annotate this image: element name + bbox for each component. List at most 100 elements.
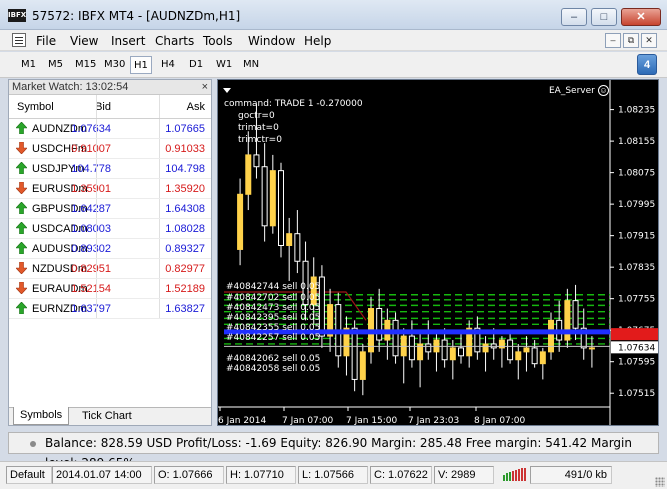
market-watch-row[interactable]: EURUSDm 1.35901 1.35920 [9, 179, 211, 199]
market-watch-row[interactable]: USDCHFm 0.91007 0.91033 [9, 139, 211, 159]
connection-status-icon [503, 468, 526, 481]
ea-smiley-icon: ☺ [598, 85, 609, 96]
candle-body [261, 166, 268, 227]
profile-name[interactable]: Default [6, 466, 52, 484]
maximize-button[interactable]: □ [591, 8, 617, 26]
bid-price: 104.778 [71, 163, 111, 175]
market-watch-row[interactable]: NZDUSDm 0.82951 0.82977 [9, 259, 211, 279]
candle-body [425, 343, 432, 353]
period-m30-button[interactable]: M30 [101, 56, 128, 74]
period-h1-button[interactable]: H1 [130, 56, 152, 74]
period-mn-button[interactable]: MN [240, 56, 262, 74]
bid-price: 1.64287 [71, 203, 111, 215]
market-watch-row[interactable]: AUDUSDm 0.89302 0.89327 [9, 239, 211, 259]
column-bid[interactable]: Bid [95, 101, 111, 113]
price-axis-label: 1.07515 [618, 389, 655, 399]
price-chart[interactable]: #40842744 sell 0.05 #40842702 sell 0.05 #4… [217, 79, 659, 426]
bid-price: 1.08003 [71, 223, 111, 235]
market-watch-row[interactable]: AUDNZDm 1.07634 1.07665 [9, 119, 211, 139]
market-watch-row[interactable]: USDJPYm 104.778 104.798 [9, 159, 211, 179]
market-watch-tabs: Symbols Tick Chart [9, 407, 211, 425]
chart-menu-triangle-icon[interactable] [223, 88, 231, 93]
ea-command-line: command: TRADE 1 -0.270000 [224, 99, 363, 109]
candle-body [286, 233, 293, 246]
menu-window[interactable]: Window [248, 34, 295, 48]
bid-price: 1.07634 [71, 123, 111, 135]
candle-body [458, 347, 464, 357]
menu-view[interactable]: View [70, 34, 98, 48]
bid-price-label: 1.07634 [618, 343, 655, 353]
time-axis-label: 7 Jan 07:00 [282, 416, 334, 426]
period-m15-button[interactable]: M15 [72, 56, 99, 74]
period-w1-button[interactable]: W1 [213, 56, 235, 74]
menu-insert[interactable]: Insert [111, 34, 145, 48]
candle-body [351, 327, 358, 380]
chart-window-icon[interactable] [12, 33, 26, 47]
market-watch-row[interactable]: EURNZDm 1.63797 1.63827 [9, 299, 211, 319]
bid-price: 0.89302 [71, 243, 111, 255]
candle-body [392, 319, 399, 357]
price-axis-label: 1.07915 [618, 232, 655, 242]
market-watch-title-text: Market Watch: 13:02:54 [12, 81, 129, 93]
period-m1-button[interactable]: M1 [18, 56, 39, 74]
period-h4-button[interactable]: H4 [158, 56, 178, 74]
bar-volume: V: 2989 [434, 466, 494, 484]
window-title: 57572: IBFX MT4 - [AUDNZDm,H1] [32, 9, 241, 23]
ask-price: 104.798 [165, 163, 205, 175]
ea-comment: command: TRADE 1 -0.270000 goctr=0 trima… [224, 98, 363, 146]
ask-price-marker [611, 328, 658, 341]
menu-help[interactable]: Help [304, 34, 331, 48]
market-watch-row[interactable]: EURAUDm 1.52154 1.52189 [9, 279, 211, 299]
ask-price: 1.52189 [165, 283, 205, 295]
bid-price: 1.52154 [71, 283, 111, 295]
title-bar: IBFX 57572: IBFX MT4 - [AUDNZDm,H1] – □ … [0, 0, 667, 30]
price-up-arrow-icon [16, 122, 27, 134]
status-dot-icon [30, 441, 36, 447]
ea-trimctr-line: trimctr=0 [238, 135, 282, 145]
account-balance-bar: Balance: 828.59 USD Profit/Loss: -1.69 E… [8, 432, 659, 470]
market-watch-close-icon[interactable]: × [202, 80, 208, 94]
menu-tools[interactable]: Tools [203, 34, 233, 48]
time-axis-label: 6 Jan 2014 [218, 416, 266, 426]
price-axis-label: 1.07595 [618, 358, 655, 368]
mdi-minimize-button[interactable]: – [605, 33, 621, 48]
period-m5-button[interactable]: M5 [45, 56, 66, 74]
close-button[interactable]: ✕ [621, 8, 661, 26]
market-watch-panel: Market Watch: 13:02:54 × Symbol Bid Ask … [8, 79, 212, 426]
ask-price: 1.63827 [165, 303, 205, 315]
price-up-arrow-icon [16, 302, 27, 314]
market-watch-row[interactable]: GBPUSDm 1.64287 1.64308 [9, 199, 211, 219]
candle-body [507, 339, 514, 361]
candle-body [539, 351, 546, 365]
mdi-close-button[interactable]: ✕ [641, 33, 657, 48]
market-watch-row[interactable]: USDCADm 1.08003 1.08028 [9, 219, 211, 239]
tab-symbols[interactable]: Symbols [13, 407, 70, 425]
price-down-arrow-icon [16, 262, 27, 274]
candle-body [294, 233, 301, 262]
bar-high: H: 1.07710 [226, 466, 296, 484]
candle-body [269, 170, 276, 227]
ask-price: 0.91033 [165, 143, 205, 155]
column-ask[interactable]: Ask [187, 101, 205, 113]
candle-body [548, 319, 554, 353]
status-bar: Default 2014.01.07 14:00 O: 1.07666 H: 1… [0, 461, 667, 489]
menu-file[interactable]: File [36, 34, 56, 48]
price-axis-label: 1.07835 [618, 263, 655, 273]
ask-price: 1.64308 [165, 203, 205, 215]
minimize-button[interactable]: – [561, 8, 587, 26]
candle-body [588, 347, 595, 350]
notifications-badge[interactable]: 4 [637, 54, 657, 75]
tab-tick-chart[interactable]: Tick Chart [82, 410, 132, 422]
resize-grip-icon[interactable] [655, 477, 665, 487]
ask-price: 1.07665 [165, 123, 205, 135]
column-symbol[interactable]: Symbol [17, 101, 54, 113]
mdi-restore-button[interactable]: ⧉ [623, 33, 639, 48]
menu-charts[interactable]: Charts [155, 34, 194, 48]
price-axis-label: 1.08075 [618, 169, 655, 179]
order-label: #40842702 sell 0.05 [226, 293, 320, 303]
candle-body [408, 335, 415, 361]
bar-low: L: 1.07566 [298, 466, 368, 484]
period-d1-button[interactable]: D1 [186, 56, 206, 74]
ask-price: 0.89327 [165, 243, 205, 255]
bid-price: 0.91007 [71, 143, 111, 155]
